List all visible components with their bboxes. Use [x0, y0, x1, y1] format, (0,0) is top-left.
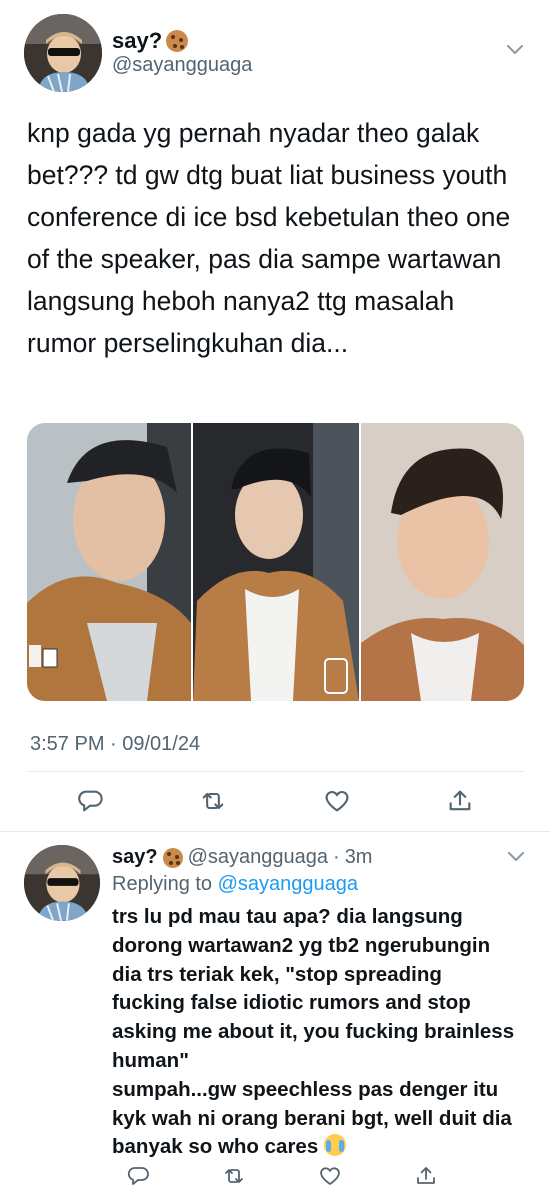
- reply-text-line: dia trs teriak kek, "stop spreading: [112, 962, 442, 986]
- action-bar: [76, 787, 474, 815]
- retweet-icon[interactable]: [199, 787, 227, 815]
- avatar[interactable]: [24, 845, 100, 921]
- cookie-emoji: [166, 30, 189, 52]
- retweet-icon[interactable]: [222, 1164, 246, 1188]
- reply-text-line: human": [112, 1048, 189, 1072]
- main-tweet: say? @sayangguaga knp gada yg pernah nya…: [0, 0, 550, 832]
- like-icon[interactable]: [323, 787, 351, 815]
- reply-text-line: asking me about it, you fucking brainles…: [112, 1020, 515, 1044]
- author-name-row[interactable]: say?: [112, 28, 189, 54]
- share-icon[interactable]: [414, 1164, 438, 1188]
- replying-mention[interactable]: @sayangguaga: [218, 873, 358, 895]
- replying-to: Replying to @sayangguaga: [112, 873, 358, 896]
- reply-text-last-line: banyak so who cares: [112, 1133, 542, 1162]
- reply-text-line: trs lu pd mau tau apa? dia langsung: [112, 905, 463, 928]
- loudly-crying-face-emoji: [323, 1134, 346, 1157]
- chevron-down-icon[interactable]: [506, 44, 524, 56]
- author-name[interactable]: say?: [112, 846, 158, 869]
- author-handle[interactable]: @sayangguaga: [112, 54, 252, 77]
- author-name: say?: [112, 28, 163, 53]
- reply-text-line: dorong wartawan2 yg tb2 ngerubungin: [112, 933, 491, 957]
- media-grid[interactable]: [27, 423, 524, 701]
- reply-icon[interactable]: [126, 1164, 150, 1188]
- like-icon[interactable]: [318, 1164, 342, 1188]
- share-icon[interactable]: [446, 787, 474, 815]
- chevron-down-icon[interactable]: [507, 851, 525, 863]
- media-photo-1[interactable]: [27, 423, 191, 701]
- reply-text-line: fucking false idiotic rumors and stop: [112, 991, 471, 1015]
- media-photo-2[interactable]: [193, 423, 359, 701]
- divider: [0, 831, 550, 832]
- avatar[interactable]: [24, 14, 102, 92]
- reply-time: 3m: [344, 846, 373, 868]
- media-photo-3[interactable]: [361, 423, 524, 701]
- avatar-photo: [24, 14, 102, 92]
- reply-text-line: sumpah...gw speechless pas denger itu: [112, 1077, 499, 1101]
- reply-text: trs lu pd mau tau apa? dia langsung doro…: [112, 903, 542, 1162]
- separator-dot: ·: [333, 846, 340, 868]
- tweet-timestamp: 3:57 PM · 09/01/24: [30, 733, 201, 755]
- reply-icon[interactable]: [76, 787, 104, 815]
- replying-label: Replying to: [112, 873, 213, 895]
- author-handle[interactable]: @sayangguaga: [188, 846, 328, 869]
- reply-text-line: banyak so who cares: [112, 1135, 319, 1159]
- reply-header: say? @sayangguaga · 3m: [112, 846, 372, 869]
- action-bar: [126, 1164, 438, 1188]
- divider: [27, 771, 524, 772]
- avatar-photo: [24, 845, 100, 921]
- tweet-text: knp gada yg pernah nyadar theo galak bet…: [27, 118, 511, 358]
- cookie-emoji: [162, 847, 183, 868]
- reply-text-line: kyk wah ni orang berani bgt, well duit d…: [112, 1106, 512, 1130]
